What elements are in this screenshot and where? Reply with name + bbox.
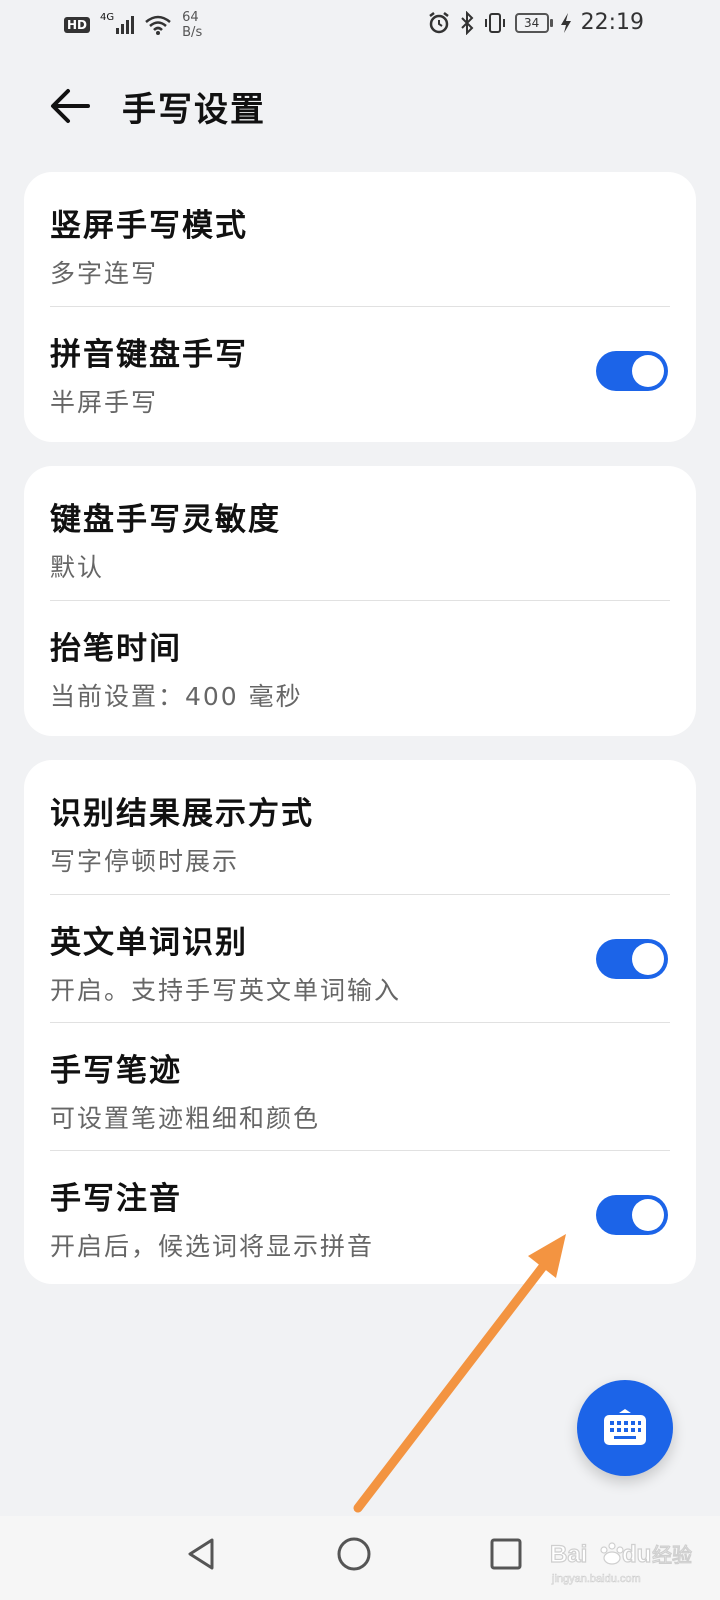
handwriting-pinyin-toggle[interactable]	[596, 1195, 668, 1235]
setting-title: 拼音键盘手写	[50, 337, 248, 373]
hd-badge: HD	[64, 17, 91, 33]
setting-title: 竖屏手写模式	[50, 208, 248, 244]
battery-icon: 34	[514, 12, 553, 33]
pinyin-handwriting-toggle[interactable]	[596, 351, 668, 391]
clock: 22:19	[580, 10, 644, 35]
setting-subtitle: 当前设置：400 毫秒	[50, 682, 303, 711]
bluetooth-icon	[460, 10, 474, 35]
arrow-left-icon	[51, 89, 90, 123]
english-word-recognition-toggle[interactable]	[596, 939, 668, 979]
setting-pinyin-keyboard-handwriting[interactable]: 拼音键盘手写 半屏手写	[24, 307, 696, 442]
nav-home-button[interactable]	[334, 1534, 382, 1582]
setting-title: 手写注音	[50, 1181, 182, 1217]
settings-group-3: 识别结果展示方式 写字停顿时展示 英文单词识别 开启。支持手写英文单词输入 手写…	[24, 760, 696, 1284]
setting-handwriting-stroke[interactable]: 手写笔迹 可设置笔迹粗细和颜色	[24, 1023, 696, 1150]
charging-icon	[560, 12, 571, 33]
setting-subtitle: 写字停顿时展示	[50, 847, 240, 876]
page-title: 手写设置	[122, 90, 266, 130]
baidu-watermark-logo: Bai du 经验 jingyan.baidu.com	[549, 1540, 692, 1585]
alarm-icon	[428, 11, 449, 33]
toggle-knob	[632, 943, 664, 975]
square-recents-icon	[490, 1538, 522, 1570]
setting-subtitle: 开启。支持手写英文单词输入	[50, 976, 402, 1005]
svg-text:经验: 经验	[652, 1543, 692, 1567]
setting-subtitle: 开启后，候选词将显示拼音	[50, 1232, 375, 1261]
setting-pen-lift-time[interactable]: 抬笔时间 当前设置：400 毫秒	[24, 601, 696, 736]
network-type: 4G	[100, 11, 115, 23]
toggle-knob	[632, 355, 664, 387]
setting-subtitle: 半屏手写	[50, 388, 159, 417]
circle-home-icon	[337, 1537, 371, 1571]
setting-portrait-handwriting-mode[interactable]: 竖屏手写模式 多字连写	[24, 172, 696, 306]
toggle-knob	[632, 1199, 664, 1231]
back-button[interactable]	[48, 86, 96, 126]
svg-text:Bai: Bai	[550, 1541, 587, 1568]
baidu-jingyan-watermark: Bai du 经验 jingyan.baidu.com	[548, 1536, 698, 1586]
network-speed: 64 B/s	[182, 10, 202, 40]
setting-title: 手写笔迹	[50, 1053, 182, 1089]
vibrate-icon	[484, 12, 505, 33]
speed-unit: B/s	[182, 25, 203, 40]
status-right: 34 22:19	[427, 10, 644, 35]
svg-text:jingyan.baidu.com: jingyan.baidu.com	[551, 1573, 641, 1585]
setting-title: 识别结果展示方式	[50, 796, 314, 832]
setting-recognition-result-display[interactable]: 识别结果展示方式 写字停顿时展示	[24, 760, 696, 894]
app-header: 手写设置	[0, 70, 720, 140]
keyboard-icon	[604, 1409, 646, 1445]
settings-group-2: 键盘手写灵敏度 默认 抬笔时间 当前设置：400 毫秒	[24, 466, 696, 736]
settings-group-1: 竖屏手写模式 多字连写 拼音键盘手写 半屏手写	[24, 172, 696, 442]
svg-text:du: du	[622, 1541, 651, 1568]
setting-subtitle: 可设置笔迹粗细和颜色	[50, 1104, 321, 1133]
signal-icon	[116, 16, 135, 34]
setting-english-word-recognition[interactable]: 英文单词识别 开启。支持手写英文单词输入	[24, 895, 696, 1022]
triangle-back-icon	[188, 1538, 214, 1570]
speed-value: 64	[182, 10, 199, 25]
nav-recents-button[interactable]	[486, 1534, 534, 1582]
setting-subtitle: 多字连写	[50, 259, 159, 288]
setting-keyboard-handwriting-sensitivity[interactable]: 键盘手写灵敏度 默认	[24, 466, 696, 600]
setting-title: 英文单词识别	[50, 925, 248, 961]
status-left: HD 4G 64 B/s	[64, 10, 202, 40]
setting-title: 抬笔时间	[50, 631, 182, 667]
annotation-arrow-icon	[353, 1234, 566, 1513]
setting-subtitle: 默认	[50, 553, 105, 582]
status-bar: HD 4G 64 B/s 34 22:19	[0, 0, 720, 48]
keyboard-fab-button[interactable]	[577, 1380, 673, 1476]
nav-back-button[interactable]	[182, 1534, 230, 1582]
wifi-icon	[145, 15, 171, 35]
setting-title: 键盘手写灵敏度	[50, 502, 281, 538]
